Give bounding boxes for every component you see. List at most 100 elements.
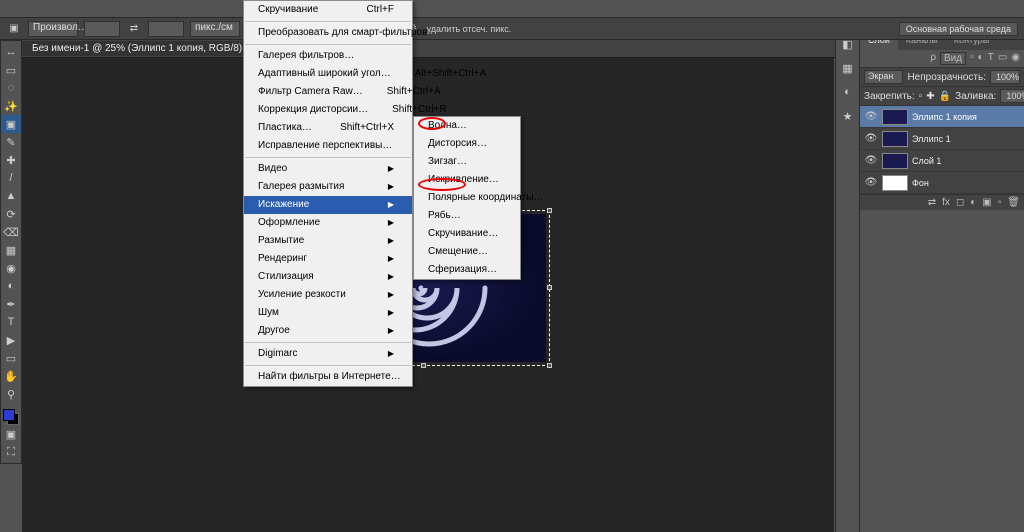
panel-icon-swatches[interactable]: ▦ xyxy=(840,60,856,76)
menu-item[interactable]: Видео▶ xyxy=(244,160,412,178)
menu-item[interactable]: Усиление резкости▶ xyxy=(244,286,412,304)
menu-item[interactable]: СкручиваниеCtrl+F xyxy=(244,1,412,19)
filter-pixel-icon[interactable]: ▫ xyxy=(970,52,974,65)
filter-adjust-icon[interactable]: ◐ xyxy=(978,52,984,65)
filter-shape-icon[interactable]: ▭ xyxy=(998,52,1007,65)
tool-brush[interactable]: / xyxy=(1,169,21,187)
submenu-item[interactable]: Полярные координаты… xyxy=(414,189,520,207)
submenu-item[interactable]: Скручивание… xyxy=(414,225,520,243)
menu-item[interactable]: Другое▶ xyxy=(244,322,412,340)
tool-wand[interactable]: ✨ xyxy=(1,97,21,115)
tool-eraser[interactable]: ⌫ xyxy=(1,223,21,241)
color-swatches[interactable] xyxy=(3,409,19,425)
tool-lasso[interactable]: ◌ xyxy=(1,79,21,97)
submenu-item[interactable]: Дисторсия… xyxy=(414,135,520,153)
visibility-icon[interactable]: 👁 xyxy=(864,111,878,122)
layer-row[interactable]: 👁Эллипс 1 копия xyxy=(860,106,1024,128)
doc-tab-1-label: Без имени-1 @ 25% (Эллипс 1 копия, RGB/8… xyxy=(32,43,242,54)
menu-item[interactable]: Шум▶ xyxy=(244,304,412,322)
layer-row[interactable]: 👁Эллипс 1 xyxy=(860,128,1024,150)
options-bar: ▣ Произвол… ⇄ пикс./см Удалить 📐 Выпрями… xyxy=(0,18,1024,40)
menu-item[interactable]: Галерея размытия▶ xyxy=(244,178,412,196)
menu-item[interactable]: Исправление перспективы…Alt+Ctrl+V xyxy=(244,137,412,155)
link-layers-icon[interactable]: ⇄ xyxy=(928,197,936,208)
menu-item[interactable]: Стилизация▶ xyxy=(244,268,412,286)
crop-width[interactable] xyxy=(84,21,120,37)
tool-blur[interactable]: ◉ xyxy=(1,259,21,277)
submenu-item[interactable]: Искривление… xyxy=(414,171,520,189)
tool-history[interactable]: ⟳ xyxy=(1,205,21,223)
menu-item[interactable]: Адаптивный широкий угол…Alt+Shift+Ctrl+A xyxy=(244,65,412,83)
crop-unit[interactable]: пикс./см xyxy=(190,21,240,37)
quickmask-toggle[interactable]: ▣ xyxy=(1,425,21,443)
tool-crop[interactable]: ▣ xyxy=(1,115,21,133)
menubar[interactable] xyxy=(0,0,1024,18)
delete-cropped-label: удалить отсеч. пикс. xyxy=(427,24,512,34)
visibility-icon[interactable]: 👁 xyxy=(864,177,878,188)
submenu-item[interactable]: Рябь… xyxy=(414,207,520,225)
tool-marquee[interactable]: ▭ xyxy=(1,61,21,79)
tool-move[interactable]: ↔ xyxy=(1,43,21,61)
menu-item[interactable]: Найти фильтры в Интернете… xyxy=(244,368,412,386)
filter-type-select[interactable]: Вид xyxy=(940,52,966,65)
tool-path[interactable]: ▶ xyxy=(1,331,21,349)
crop-height[interactable] xyxy=(148,21,184,37)
opacity-value[interactable] xyxy=(990,70,1020,84)
tool-zoom[interactable]: ⚲ xyxy=(1,385,21,403)
layer-row[interactable]: 👁Фон xyxy=(860,172,1024,194)
visibility-icon[interactable]: 👁 xyxy=(864,155,878,166)
menu-item[interactable]: Пластика…Shift+Ctrl+X xyxy=(244,119,412,137)
layer-fx-icon[interactable]: fx xyxy=(942,197,950,208)
menu-item[interactable]: Коррекция дисторсии…Shift+Ctrl+R xyxy=(244,101,412,119)
submenu-item[interactable]: Зигзаг… xyxy=(414,153,520,171)
lock-all-icon[interactable]: 🔒 xyxy=(939,91,951,102)
swap-icon[interactable]: ⇄ xyxy=(126,21,142,37)
tool-shape[interactable]: ▭ xyxy=(1,349,21,367)
layer-group-icon[interactable]: ▣ xyxy=(982,197,991,208)
filter-type[interactable]: ρ xyxy=(930,52,936,65)
menu-item[interactable]: Оформление▶ xyxy=(244,214,412,232)
new-layer-icon[interactable]: ▫ xyxy=(998,197,1002,208)
lock-pixels-icon[interactable]: ▫ xyxy=(919,91,923,102)
submenu-item[interactable]: Смещение… xyxy=(414,243,520,261)
doc-tab-1[interactable]: Без имени-1 @ 25% (Эллипс 1 копия, RGB/8… xyxy=(22,41,264,56)
layer-row[interactable]: 👁Слой 1 xyxy=(860,150,1024,172)
tool-gradient[interactable]: ▦ xyxy=(1,241,21,259)
crop-preset[interactable]: Произвол… xyxy=(28,21,78,37)
workspace-switcher[interactable]: Основная рабочая среда xyxy=(899,22,1018,36)
menu-item[interactable]: Преобразовать для смарт-фильтров xyxy=(244,24,412,42)
layer-mask-icon[interactable]: ◻ xyxy=(956,197,964,208)
tool-dodge[interactable]: ◐ xyxy=(1,277,21,295)
tool-pen[interactable]: ✒ xyxy=(1,295,21,313)
menu-item[interactable]: Рендеринг▶ xyxy=(244,250,412,268)
menu-item[interactable]: Искажение▶ xyxy=(244,196,412,214)
screenmode-toggle[interactable]: ⛶ xyxy=(1,443,21,461)
tool-text[interactable]: T xyxy=(1,313,21,331)
fill-value[interactable] xyxy=(1000,89,1024,103)
menu-item[interactable]: Размытие▶ xyxy=(244,232,412,250)
fill-label: Заливка: xyxy=(955,91,996,102)
collapsed-panels: ◧ ▦ ◐ ★ xyxy=(835,18,859,532)
submenu-item[interactable]: Сферизация… xyxy=(414,261,520,279)
layers-panel: Слои Каналы Контуры ρ Вид ▫ ◐ T ▭ ◉ Экра… xyxy=(859,18,1024,532)
layer-list: 👁Эллипс 1 копия👁Эллипс 1👁Слой 1👁Фон xyxy=(860,106,1024,194)
tool-stamp[interactable]: ▲ xyxy=(1,187,21,205)
menu-item[interactable]: Фильтр Camera Raw…Shift+Ctrl+A xyxy=(244,83,412,101)
lock-position-icon[interactable]: ✚ xyxy=(926,91,934,102)
tool-hand[interactable]: ✋ xyxy=(1,367,21,385)
visibility-icon[interactable]: 👁 xyxy=(864,133,878,144)
tool-heal[interactable]: ✚ xyxy=(1,151,21,169)
crop-icon: ▣ xyxy=(6,21,22,37)
tool-eyedropper[interactable]: ✎ xyxy=(1,133,21,151)
panel-icon-styles[interactable]: ★ xyxy=(840,108,856,124)
blend-mode[interactable]: Экран xyxy=(864,70,903,84)
filter-text-icon[interactable]: T xyxy=(988,52,994,65)
adjustment-layer-icon[interactable]: ◐ xyxy=(970,197,976,208)
layer-thumb xyxy=(882,153,908,169)
menu-item[interactable]: Digimarc▶ xyxy=(244,345,412,363)
menu-item[interactable]: Галерея фильтров… xyxy=(244,47,412,65)
submenu-item[interactable]: Волна… xyxy=(414,117,520,135)
filter-smart-icon[interactable]: ◉ xyxy=(1011,52,1020,65)
panel-icon-adjustments[interactable]: ◐ xyxy=(840,84,856,100)
delete-layer-icon[interactable]: 🗑 xyxy=(1007,197,1020,208)
